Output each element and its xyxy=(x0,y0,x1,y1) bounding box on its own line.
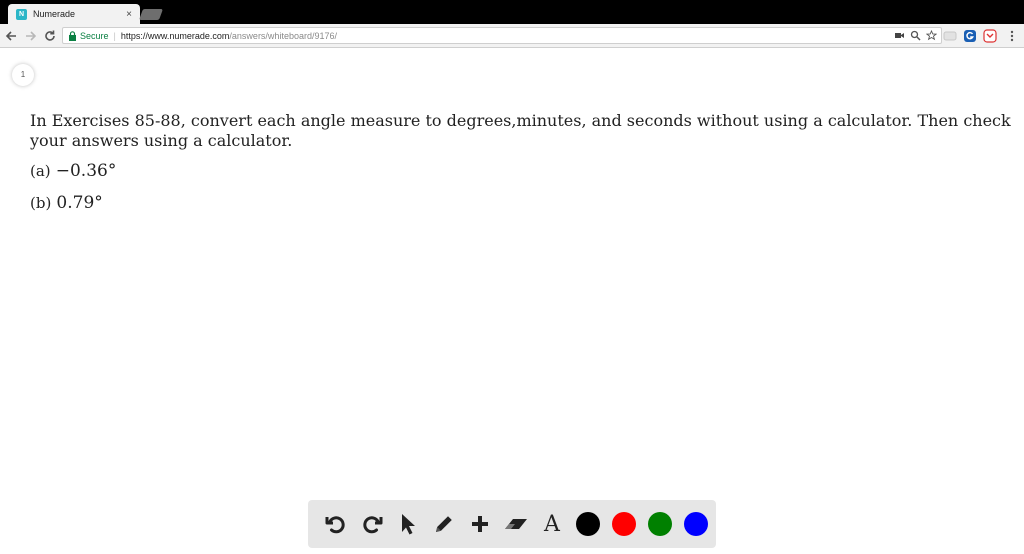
url-path: /answers/whiteboard/9176/ xyxy=(229,30,337,41)
forward-arrow-icon[interactable] xyxy=(24,29,38,43)
undo-button[interactable] xyxy=(318,500,354,548)
url-separator: | xyxy=(113,30,116,41)
eraser-icon xyxy=(505,519,527,529)
color-green-button[interactable] xyxy=(642,500,678,548)
numerade-favicon-icon: N xyxy=(16,8,27,20)
tab-strip: N Numerade × xyxy=(0,0,1024,24)
color-swatch-red xyxy=(612,512,636,536)
part-value: −0.36° xyxy=(55,161,117,181)
tab-title: Numerade xyxy=(33,9,76,19)
address-bar[interactable]: Secure | https://www.numerade.com/answer… xyxy=(62,27,942,44)
add-button[interactable] xyxy=(462,500,498,548)
whiteboard-toolbar: A xyxy=(308,500,716,548)
color-swatch-black xyxy=(576,512,600,536)
url-host: https://www.numerade.com xyxy=(120,30,230,41)
question-part-b: (b) 0.79° xyxy=(30,193,103,213)
page-number-badge[interactable]: 1 xyxy=(12,64,34,86)
back-arrow-icon[interactable] xyxy=(4,29,18,43)
zoom-icon[interactable] xyxy=(910,30,921,41)
secure-label: Secure xyxy=(80,30,109,41)
cursor-arrow-icon xyxy=(402,514,415,535)
pocket-extension-icon[interactable] xyxy=(983,29,997,43)
bookmark-star-icon[interactable] xyxy=(926,30,937,41)
eraser-tool-button[interactable] xyxy=(498,500,534,548)
plus-icon xyxy=(472,516,488,532)
camera-icon[interactable] xyxy=(894,30,905,41)
text-tool-button[interactable]: A xyxy=(534,500,570,548)
extension-blank-icon[interactable] xyxy=(943,29,957,43)
omnibox-icons xyxy=(894,30,937,41)
undo-icon xyxy=(325,516,345,534)
question-text: In Exercises 85-88, convert each angle m… xyxy=(30,111,1011,150)
tab-close-icon[interactable]: × xyxy=(124,9,134,20)
select-tool-button[interactable] xyxy=(390,500,426,548)
new-tab-button[interactable] xyxy=(138,9,164,20)
part-label: (b) xyxy=(30,194,52,212)
color-swatch-green xyxy=(648,512,672,536)
browser-toolbar: Secure | https://www.numerade.com/answer… xyxy=(0,24,1024,48)
lock-icon xyxy=(69,30,76,41)
color-swatch-blue xyxy=(684,512,708,536)
pencil-icon xyxy=(436,516,452,532)
part-label: (a) xyxy=(30,162,51,180)
question-part-a: (a) −0.36° xyxy=(30,161,116,181)
grammarly-extension-icon[interactable] xyxy=(963,29,977,43)
text-tool-icon: A xyxy=(544,511,560,537)
color-red-button[interactable] xyxy=(606,500,642,548)
redo-icon xyxy=(363,516,383,534)
menu-dots-icon[interactable] xyxy=(1005,29,1019,43)
color-blue-button[interactable] xyxy=(678,500,714,548)
part-value: 0.79° xyxy=(56,193,103,213)
pen-tool-button[interactable] xyxy=(426,500,462,548)
browser-tab[interactable]: N Numerade × xyxy=(8,4,140,24)
reload-icon[interactable] xyxy=(43,29,57,43)
color-black-button[interactable] xyxy=(570,500,606,548)
redo-button[interactable] xyxy=(354,500,390,548)
